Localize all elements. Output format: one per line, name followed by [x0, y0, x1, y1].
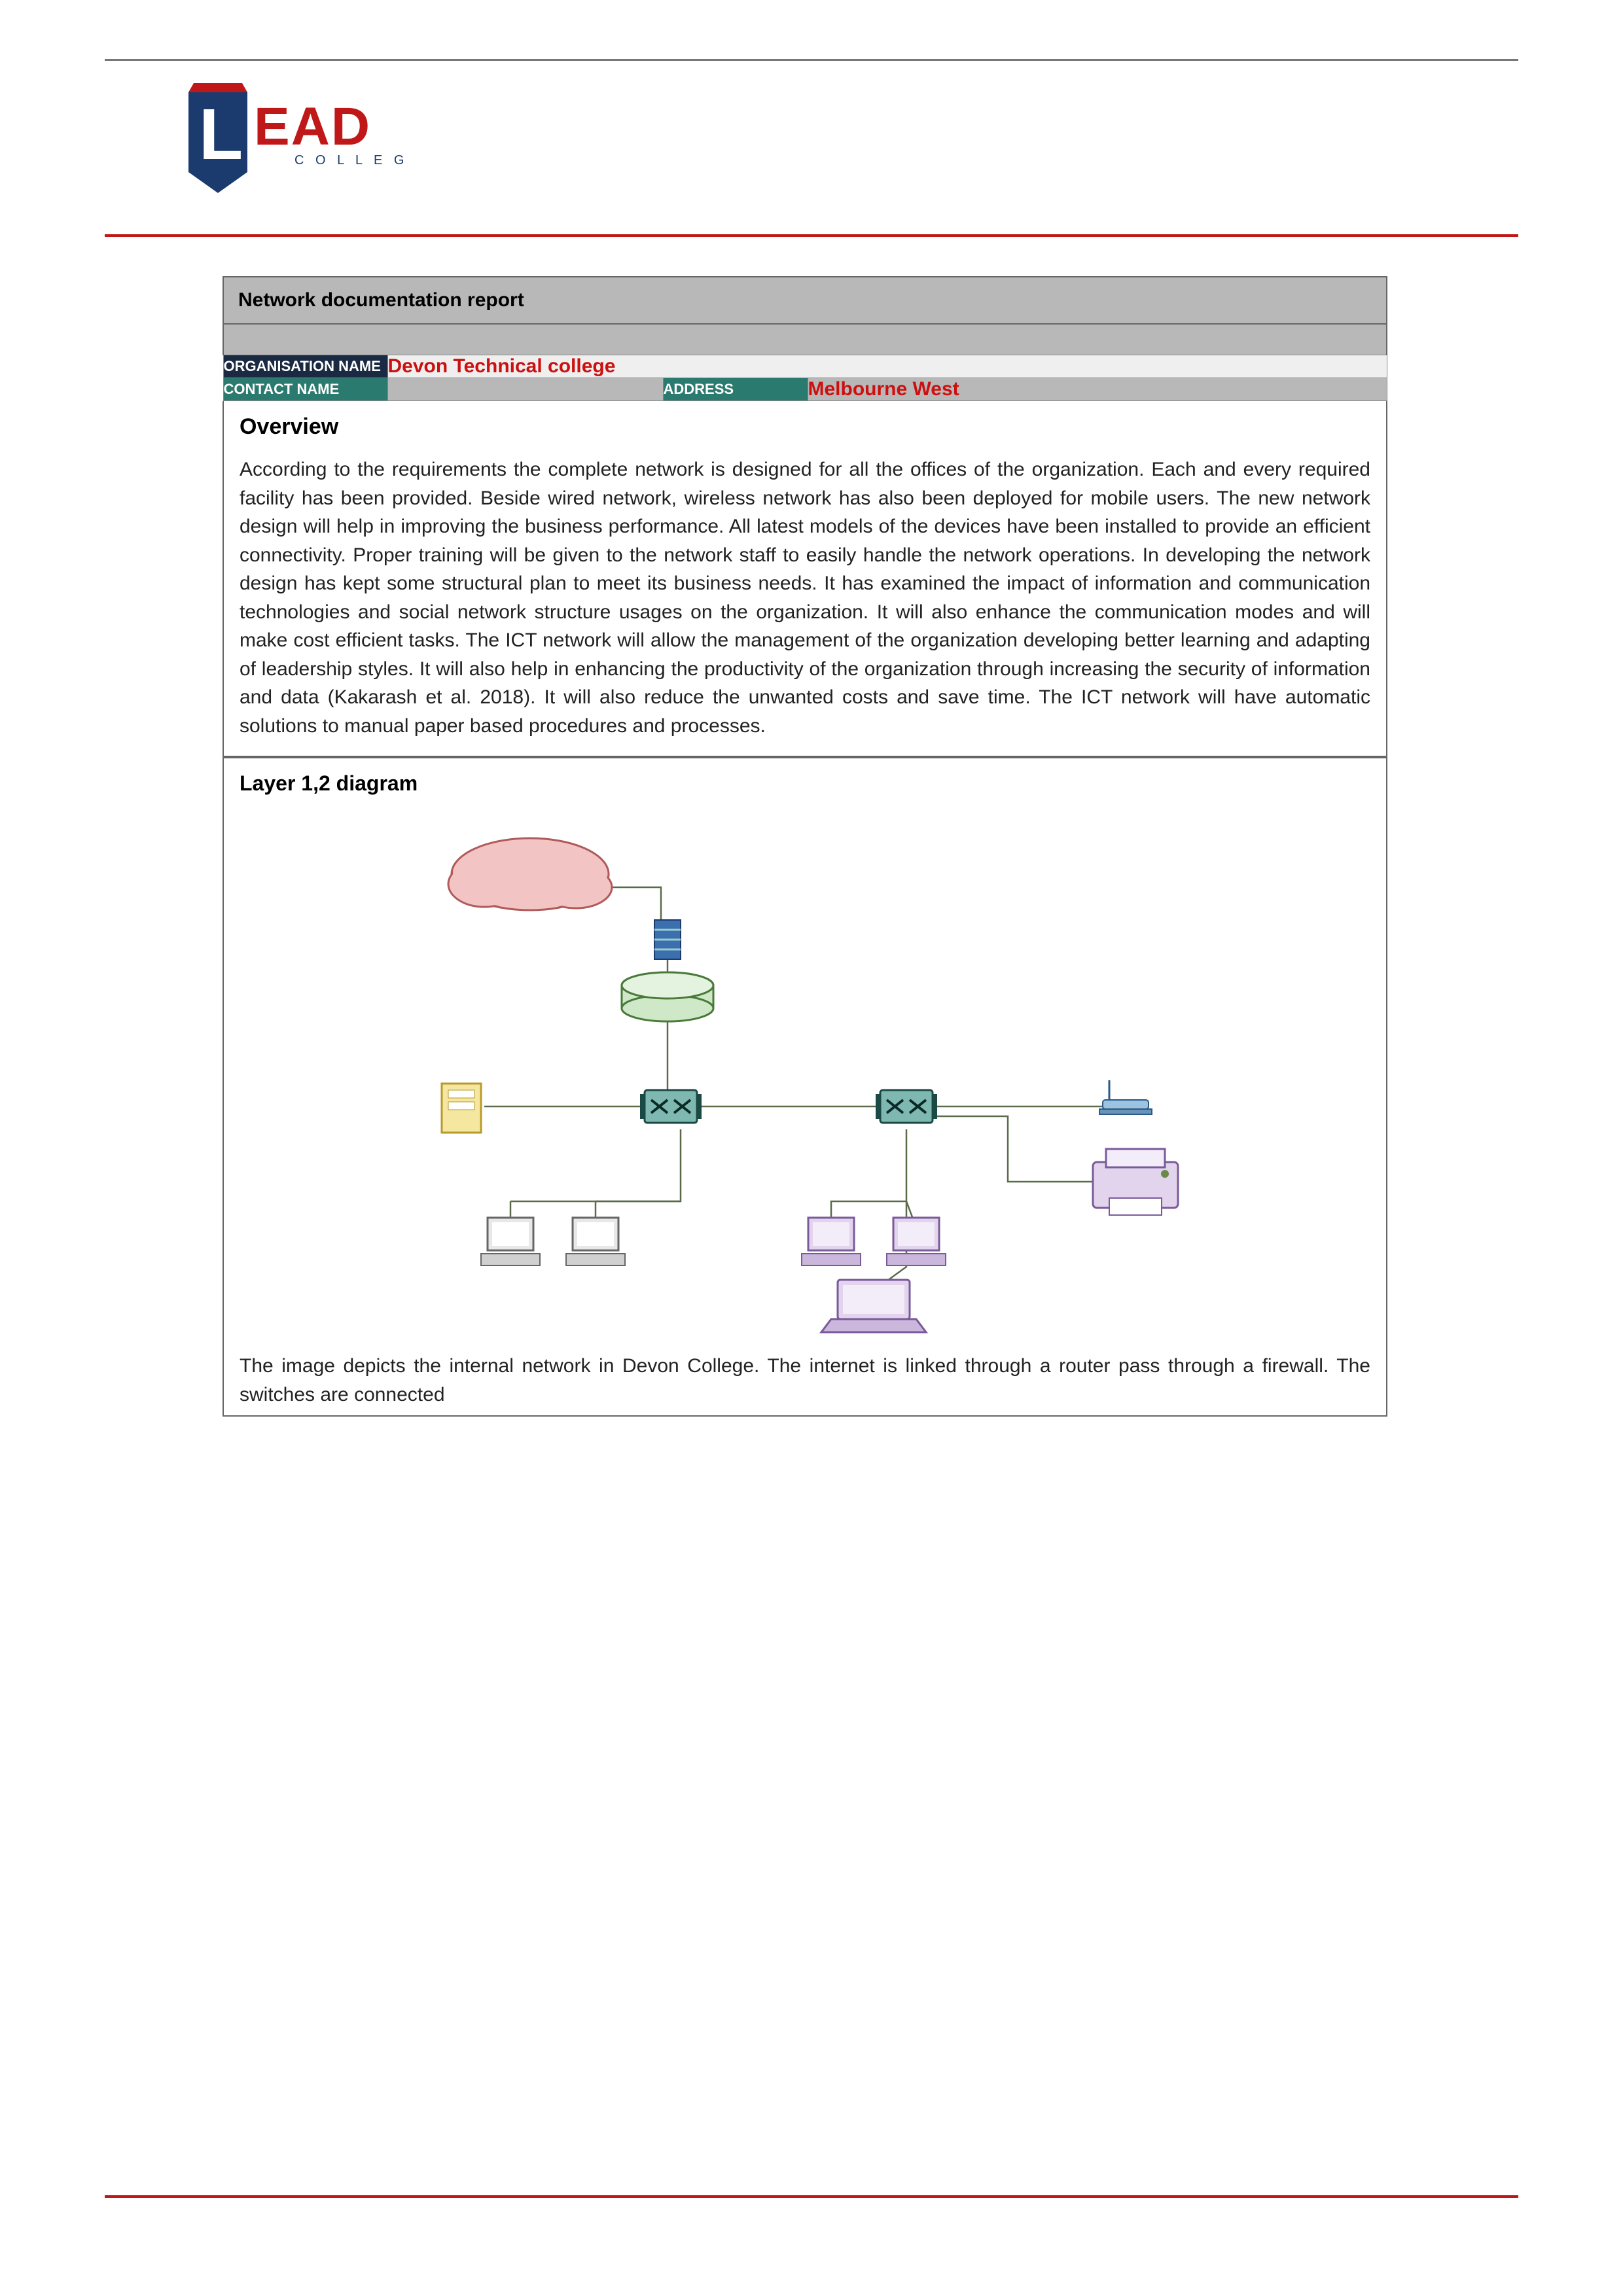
switch1-icon — [640, 1090, 702, 1123]
contact-name-label: CONTACT NAME — [223, 378, 387, 401]
org-name-label: ORGANISATION NAME — [223, 355, 387, 378]
org-name-value: Devon Technical college — [387, 355, 1387, 378]
footer-red-rule — [105, 2195, 1518, 2198]
content-area: Network documentation report ORGANISATIO… — [223, 276, 1387, 1417]
header-spacer — [223, 324, 1387, 355]
diagram-caption: The image depicts the internal network i… — [240, 1352, 1370, 1409]
diagram-heading: Layer 1,2 diagram — [240, 771, 1370, 796]
overview-heading: Overview — [240, 414, 1370, 440]
network-diagram-svg — [240, 809, 1370, 1345]
svg-text:EAD: EAD — [254, 97, 371, 156]
overview-section: Overview According to the requirements t… — [223, 401, 1387, 757]
network-diagram — [240, 809, 1370, 1345]
router-icon — [622, 972, 713, 1021]
overview-body: According to the requirements the comple… — [240, 455, 1370, 740]
svg-text:L: L — [199, 94, 243, 175]
pc4-icon — [887, 1218, 946, 1265]
header-red-rule — [105, 234, 1518, 237]
lead-college-logo: L EAD C O L L E G E — [177, 80, 412, 205]
contact-name-value — [387, 378, 663, 401]
report-header-table: Network documentation report ORGANISATIO… — [223, 276, 1387, 401]
pc1-icon — [481, 1218, 540, 1265]
pc3-icon — [802, 1218, 861, 1265]
cloud-icon — [448, 838, 612, 910]
document-page: L EAD C O L L E G E Network documentatio… — [0, 0, 1623, 2296]
switch2-icon — [876, 1090, 937, 1123]
address-value: Melbourne West — [808, 378, 1387, 401]
diagram-section: Layer 1,2 diagram — [223, 757, 1387, 1417]
printer-icon — [1093, 1149, 1178, 1215]
laptop-icon — [821, 1280, 926, 1332]
svg-text:C O L L E G E: C O L L E G E — [294, 153, 412, 168]
file-server-icon — [442, 1084, 481, 1133]
brand-logo: L EAD C O L L E G E — [177, 80, 1518, 208]
top-divider — [105, 59, 1518, 61]
wireless-ap-icon — [1099, 1080, 1152, 1114]
report-title: Network documentation report — [223, 277, 1387, 324]
server-icon — [654, 920, 681, 959]
address-label: ADDRESS — [663, 378, 808, 401]
pc2-icon — [566, 1218, 625, 1265]
